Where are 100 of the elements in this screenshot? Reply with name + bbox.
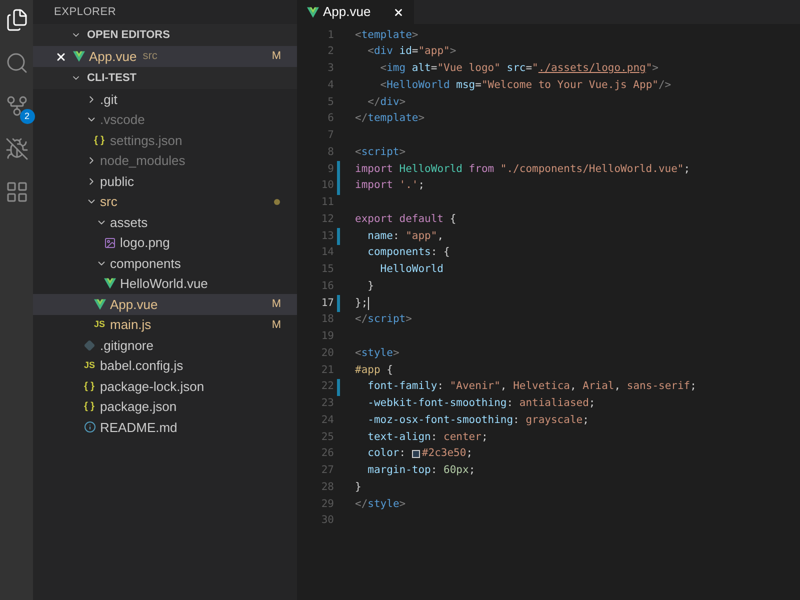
- tree-item[interactable]: .gitignore: [33, 335, 297, 356]
- file-name: main.js: [110, 316, 152, 334]
- line-number: 26: [320, 446, 334, 462]
- line-number: 29: [320, 496, 334, 512]
- line-number: 27: [320, 463, 334, 478]
- section-header[interactable]: CLI-TEST: [33, 67, 297, 89]
- git-status: M: [272, 297, 281, 312]
- tree-item[interactable]: public: [33, 171, 297, 192]
- line-number: 23: [320, 396, 334, 411]
- tree-item[interactable]: JS main.js M: [33, 314, 297, 335]
- line-number: 13: [320, 228, 334, 244]
- line-number: 25: [320, 430, 334, 444]
- line-number: 22: [320, 379, 334, 394]
- line-number: 10: [320, 178, 334, 194]
- file-name: .vscode: [100, 111, 145, 129]
- file-name: App.vue: [89, 48, 137, 66]
- editor-tab[interactable]: App.vue: [297, 0, 414, 24]
- line-number: 1: [326, 28, 334, 42]
- line-number: 16: [320, 278, 334, 294]
- line-number: 15: [320, 262, 334, 277]
- code-line: <script>: [355, 144, 406, 160]
- git-status: M: [272, 49, 281, 64]
- line-number: 4: [326, 78, 334, 93]
- line-number: 20: [320, 346, 334, 361]
- branch-icon[interactable]: [4, 94, 28, 118]
- file-name: public: [100, 172, 134, 191]
- js-icon: JS: [94, 318, 106, 332]
- code-line: name: "app",: [366, 228, 444, 244]
- count-badge: 2: [20, 109, 34, 124]
- vue-icon: [104, 278, 116, 290]
- vue-icon: [73, 51, 85, 62]
- line-number: 7: [326, 128, 334, 143]
- file-path: src: [142, 49, 158, 64]
- code-line: </template>: [355, 111, 425, 126]
- file-name: package-lock.json: [100, 378, 204, 396]
- tree-item[interactable]: README.md: [33, 417, 297, 438]
- line-number: 8: [326, 144, 334, 160]
- file-name: src: [100, 193, 118, 211]
- section-header[interactable]: OPEN EDITORS: [33, 24, 297, 46]
- tree-item[interactable]: src: [33, 192, 297, 212]
- code-line: HelloWorld: [379, 262, 444, 277]
- code-line: </script>: [355, 312, 412, 328]
- braces-icon: { }: [94, 132, 106, 148]
- bug-icon[interactable]: [4, 137, 28, 161]
- line-number: 11: [320, 195, 334, 210]
- tree-item[interactable]: components: [33, 253, 297, 274]
- tree-item[interactable]: .git: [33, 89, 297, 110]
- code-line: <div id="app">: [366, 44, 456, 60]
- code-line: <template>: [355, 28, 418, 42]
- file-name: App.vue: [110, 296, 158, 314]
- tree-item[interactable]: App.vue M: [33, 294, 297, 314]
- tree-item[interactable]: { } package-lock.json: [33, 376, 297, 396]
- open-editor-item[interactable]: App.vue src M: [33, 46, 297, 67]
- code-line: import HelloWorld from "./components/HelloWorld.vue";: [355, 162, 690, 176]
- code-line: }: [366, 278, 374, 294]
- tree-item[interactable]: assets: [33, 212, 297, 232]
- braces-icon: { }: [84, 378, 96, 394]
- close-icon[interactable]: [55, 50, 67, 62]
- tree-item[interactable]: .vscode: [33, 110, 297, 130]
- line-number: 14: [320, 245, 334, 260]
- blocks-icon[interactable]: [4, 180, 28, 204]
- line-number: 12: [320, 212, 334, 227]
- file-name: HelloWorld.vue: [120, 275, 208, 293]
- tree-item[interactable]: HelloWorld.vue: [33, 274, 297, 294]
- line-number: 17: [320, 296, 334, 310]
- file-name: .gitignore: [100, 336, 154, 355]
- line-number: 30: [320, 513, 334, 528]
- tree-item[interactable]: { } settings.json: [33, 130, 297, 150]
- code-line: color: #2c3e50;: [366, 446, 473, 462]
- code-line: </style>: [355, 496, 406, 512]
- code-line: }: [355, 480, 362, 495]
- line-number: 19: [320, 329, 334, 344]
- line-number: 9: [326, 162, 334, 176]
- line-number: 3: [326, 61, 334, 76]
- code-line: <HelloWorld msg="Welcome to Your Vue.js App"/>: [379, 78, 672, 93]
- tree-item[interactable]: node_modules: [33, 150, 297, 171]
- image-icon: [104, 236, 116, 249]
- vue-icon: [307, 6, 319, 18]
- tree-item[interactable]: { } package.json: [33, 396, 297, 417]
- diamond-icon: [84, 340, 95, 351]
- tree-item[interactable]: JS babel.config.js: [33, 356, 297, 376]
- braces-icon: { }: [84, 399, 96, 414]
- tree-item[interactable]: logo.png: [33, 232, 297, 253]
- code-line: font-family: "Avenir", Helvetica, Arial, sans-serif;: [366, 379, 696, 394]
- line-number: 18: [320, 312, 334, 328]
- code-line: -webkit-font-smoothing: antialiased;: [366, 396, 596, 411]
- code-line: };: [355, 296, 369, 312]
- js-icon: JS: [84, 359, 96, 372]
- file-name: assets: [110, 214, 148, 232]
- line-number: 28: [320, 480, 334, 495]
- code-line: components: {: [366, 245, 450, 260]
- line-number: 2: [326, 44, 334, 60]
- code-line: <img alt="Vue logo" src="./assets/logo.png">: [379, 61, 658, 76]
- line-number: 5: [326, 94, 334, 110]
- sidebar-title: EXPLORER: [54, 4, 116, 20]
- close-icon[interactable]: [392, 6, 404, 18]
- code-line: export default {: [355, 212, 456, 227]
- files-icon[interactable]: [4, 8, 28, 32]
- file-name: logo.png: [120, 234, 170, 252]
- search-icon[interactable]: [4, 51, 28, 75]
